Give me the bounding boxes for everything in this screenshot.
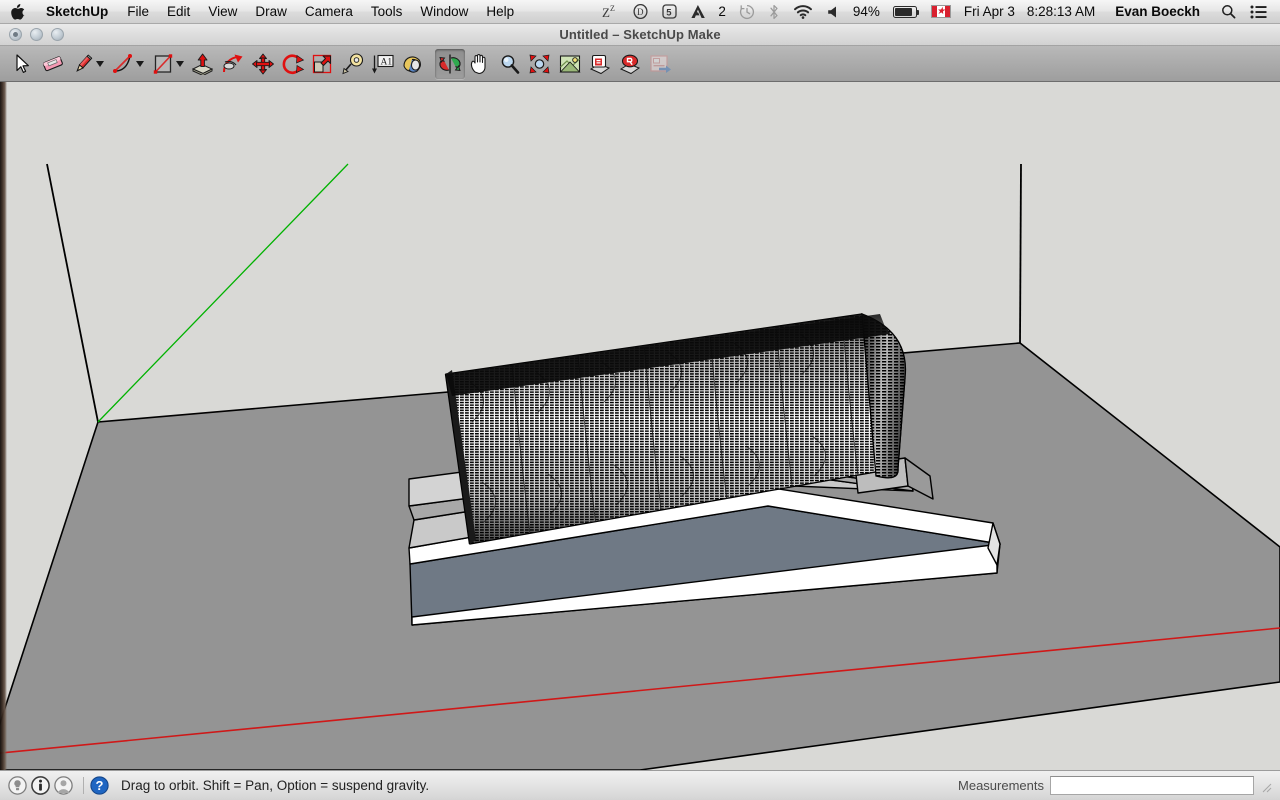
svg-text:A1: A1 — [381, 57, 393, 67]
measurements-input[interactable] — [1050, 776, 1254, 795]
eraser-tool[interactable] — [38, 49, 68, 79]
window-title-bar: Untitled – SketchUp Make — [0, 24, 1280, 46]
layout-tool[interactable] — [645, 49, 675, 79]
status-bar-divider — [83, 777, 84, 794]
zoom-button[interactable] — [51, 28, 64, 41]
rectangle-tool[interactable] — [148, 49, 178, 79]
svg-text:D: D — [637, 7, 644, 17]
input-source-flag-icon[interactable]: ★ — [930, 1, 951, 23]
menu-tools[interactable]: Tools — [362, 2, 412, 21]
share-model-tool[interactable] — [615, 49, 645, 79]
menu-bar-clock: 8:28:13 AM — [1026, 4, 1096, 19]
notification-center-icon[interactable] — [1250, 1, 1267, 23]
close-button[interactable] — [9, 28, 22, 41]
menu-sketchup[interactable]: SketchUp — [36, 2, 118, 21]
get-models-tool[interactable] — [585, 49, 615, 79]
svg-text:Z: Z — [602, 5, 610, 19]
model-viewport[interactable] — [0, 82, 1280, 770]
menu-draw[interactable]: Draw — [246, 2, 296, 21]
spotlight-search-icon[interactable] — [1221, 1, 1236, 23]
arc-tool[interactable] — [108, 49, 138, 79]
orbit-tool[interactable] — [435, 48, 465, 79]
menu-edit[interactable]: Edit — [158, 2, 199, 21]
adobe-badge-count: 2 — [718, 4, 726, 19]
zoom-tool[interactable] — [495, 49, 525, 79]
scroll-reverser-icon[interactable]: 5 — [662, 1, 677, 23]
tape-measure-tool[interactable] — [338, 49, 368, 79]
apple-logo-icon[interactable] — [11, 3, 25, 20]
previous-view-tool[interactable] — [555, 49, 585, 79]
minimize-button[interactable] — [30, 28, 43, 41]
volume-icon[interactable] — [827, 1, 840, 23]
current-user-label[interactable]: Evan Boeckh — [1115, 4, 1200, 19]
battery-percent-label: 94% — [852, 4, 880, 19]
measurements-area: Measurements — [958, 776, 1272, 795]
menu-window[interactable]: Window — [411, 2, 477, 21]
menu-bar-status-items: Z Z D 5 2 94% ★ Fri Apr 3 8:28:13 AM Eva… — [595, 0, 1280, 24]
account-person-icon[interactable] — [54, 776, 73, 795]
mac-menu-bar: SketchUp File Edit View Draw Camera Tool… — [0, 0, 1280, 24]
svg-text:?: ? — [96, 778, 104, 793]
menu-bar-date: Fri Apr 3 — [963, 4, 1015, 19]
wifi-icon[interactable] — [793, 1, 813, 23]
paint-bucket-tool[interactable] — [398, 49, 428, 79]
pushpull-tool[interactable] — [188, 49, 218, 79]
tip-lightbulb-icon[interactable] — [8, 776, 27, 795]
scale-tool[interactable] — [308, 49, 338, 79]
svg-text:Z: Z — [610, 5, 615, 13]
select-tool[interactable] — [8, 49, 38, 79]
time-machine-icon[interactable] — [739, 1, 755, 23]
window-control-buttons — [9, 28, 64, 41]
sketchup-application-window: SketchUp File Edit View Draw Camera Tool… — [0, 0, 1280, 800]
status-bar: ? Drag to orbit. Shift = Pan, Option = s… — [0, 770, 1280, 800]
sketchup-3d-scene — [0, 82, 1280, 770]
pan-tool[interactable] — [465, 49, 495, 79]
line-tool[interactable] — [68, 49, 98, 79]
menu-view[interactable]: View — [199, 2, 246, 21]
help-question-icon[interactable]: ? — [90, 776, 109, 795]
window-resize-grip[interactable] — [1260, 780, 1272, 792]
info-icon[interactable] — [31, 776, 50, 795]
followme-tool[interactable] — [218, 49, 248, 79]
menu-camera[interactable]: Camera — [296, 2, 362, 21]
window-title: Untitled – SketchUp Make — [559, 27, 721, 42]
menu-help[interactable]: Help — [477, 2, 523, 21]
svg-text:5: 5 — [667, 7, 673, 18]
caffeine-zzz-icon[interactable]: Z Z — [602, 1, 619, 23]
measurements-label: Measurements — [958, 778, 1044, 793]
status-message: Drag to orbit. Shift = Pan, Option = sus… — [121, 778, 430, 793]
text-tool[interactable]: A1 — [368, 49, 398, 79]
battery-icon[interactable] — [892, 1, 920, 23]
rotate-tool[interactable] — [278, 49, 308, 79]
main-toolbar: A1 — [0, 46, 1280, 82]
menu-file[interactable]: File — [118, 2, 158, 21]
adobe-creative-cloud-icon[interactable] — [691, 1, 706, 23]
bluetooth-icon[interactable] — [769, 1, 779, 23]
move-tool[interactable] — [248, 49, 278, 79]
zoom-extents-tool[interactable] — [525, 49, 555, 79]
dropbox-icon[interactable]: D — [633, 1, 648, 23]
